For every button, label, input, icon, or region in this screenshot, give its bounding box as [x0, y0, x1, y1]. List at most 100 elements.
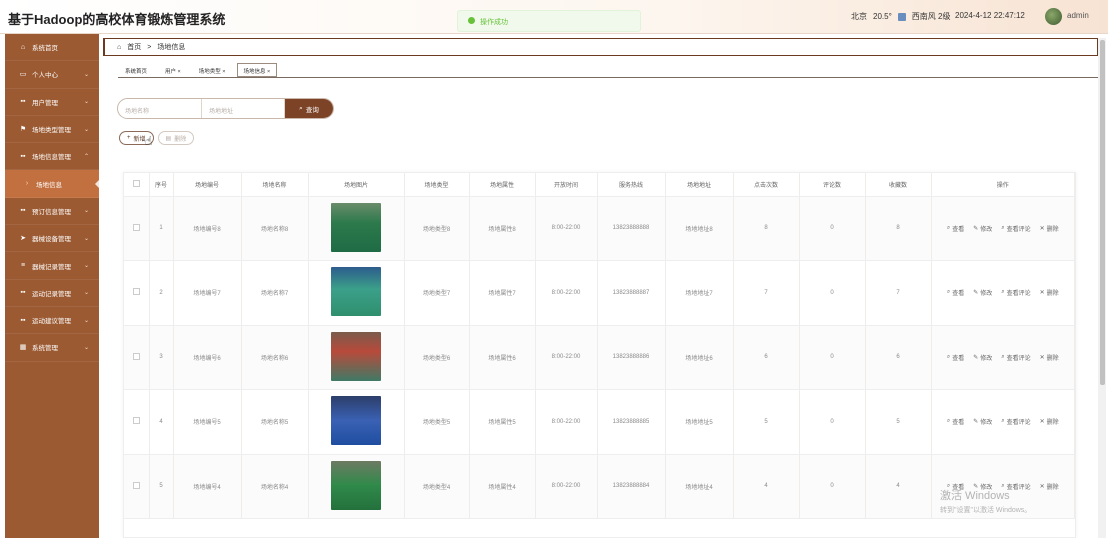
- delete-row-button[interactable]: ✕ 删除: [1040, 482, 1059, 491]
- sidebar-item-equipment[interactable]: ➤ 器械设备管理 ⌄: [5, 225, 99, 253]
- cell-code: 场地编号6: [173, 325, 242, 390]
- flag-icon: ⚑: [19, 126, 27, 134]
- view-button[interactable]: ⌕ 查看: [947, 224, 964, 233]
- trash-icon: ▤: [165, 135, 172, 142]
- chevron-down-icon: ⌄: [83, 208, 89, 215]
- delete-row-button[interactable]: ✕ 删除: [1040, 288, 1059, 297]
- tab-users[interactable]: 用户 ×: [158, 63, 188, 77]
- cell-clicks: 4: [733, 454, 800, 519]
- row-checkbox[interactable]: [124, 196, 150, 261]
- sidebar-item-profile[interactable]: ▭ 个人中心 ⌄: [5, 61, 99, 89]
- sidebar-item-venue-types[interactable]: ⚑ 场地类型管理 ⌄: [5, 116, 99, 144]
- cell-no: 4: [149, 389, 174, 455]
- delete-row-button[interactable]: ✕ 删除: [1040, 224, 1059, 233]
- column-header: 场地图片: [308, 173, 405, 197]
- chevron-down-icon: ⌄: [83, 263, 89, 270]
- sidebar-item-bookings[interactable]: ▪▪ 预订信息管理 ⌄: [5, 198, 99, 226]
- view-comments-button[interactable]: ⌕ 查看评论: [1001, 224, 1030, 233]
- tab-venue-types[interactable]: 场地类型 ×: [192, 63, 233, 77]
- sidebar-item-users[interactable]: ▪▪ 用户管理 ⌄: [5, 89, 99, 116]
- view-button[interactable]: ⌕ 查看: [947, 288, 964, 297]
- scrollbar-thumb[interactable]: [1100, 40, 1105, 385]
- table-row: 1 场地编号8 场地名称8 场地类型8 场地属性8 8:00-22:00 138238888…: [124, 196, 1075, 261]
- row-checkbox[interactable]: [124, 325, 150, 390]
- current-datetime: 2024-4-12 22:47:12: [955, 11, 1025, 20]
- plus-icon: +: [127, 135, 131, 141]
- delete-button[interactable]: ▤ 删除: [157, 131, 195, 145]
- cell-attr: 场地属性5: [469, 389, 536, 455]
- home-icon[interactable]: ⌂: [117, 44, 121, 51]
- edit-button[interactable]: ✎ 修改: [973, 288, 992, 297]
- weather-wind: 西南风 2级: [911, 12, 951, 21]
- sidebar-item-system[interactable]: ▦ 系统管理 ⌄: [5, 334, 99, 362]
- cell-image: [308, 325, 405, 390]
- row-checkbox[interactable]: [124, 260, 150, 326]
- view-button[interactable]: ⌕ 查看: [947, 417, 964, 426]
- venue-address-input[interactable]: 场地地址: [202, 99, 285, 118]
- view-comments-button[interactable]: ⌕ 查看评论: [1001, 417, 1030, 426]
- sidebar-item-venue-info-mgmt[interactable]: ▪▪ 场地信息管理 ⌃: [5, 143, 99, 171]
- venue-image[interactable]: [331, 267, 381, 317]
- column-header: 场地编号: [173, 173, 242, 197]
- edit-button[interactable]: ✎ 修改: [973, 353, 992, 362]
- cell-favs: 7: [865, 260, 932, 326]
- sidebar-item-sport-advice[interactable]: ▪▪ 运动建议管理 ⌄: [5, 307, 99, 335]
- cell-name: 场地名称4: [241, 454, 309, 519]
- search-icon: ⌕: [946, 353, 951, 360]
- close-icon: ✕: [1039, 419, 1045, 426]
- table-icon: ▦: [19, 344, 27, 352]
- table-row: 3 场地编号6 场地名称6 场地类型6 场地属性6 8:00-22:00 138238888…: [124, 325, 1075, 390]
- breadcrumb-home[interactable]: 首页: [127, 42, 141, 52]
- venue-image[interactable]: [331, 460, 381, 510]
- sidebar-item-equipment-records[interactable]: ≡ 器械记录管理 ⌄: [5, 252, 99, 280]
- column-header: 场地属性: [469, 173, 536, 197]
- sidebar-item-label: 场地信息: [36, 181, 62, 189]
- sidebar-item-label: 个人中心: [32, 72, 58, 80]
- view-comments-button[interactable]: ⌕ 查看评论: [1001, 353, 1030, 362]
- venue-image[interactable]: [331, 202, 381, 252]
- search-icon: ⌕: [1001, 353, 1005, 360]
- view-button[interactable]: ⌕ 查看: [947, 353, 964, 362]
- view-comments-button[interactable]: ⌕ 查看评论: [1001, 288, 1030, 297]
- edit-button[interactable]: ✎ 修改: [973, 224, 992, 233]
- sidebar: ⌂ 系统首页 ▭ 个人中心 ⌄ ▪▪ 用户管理 ⌄ ⚑ 场地类型管理 ⌄ ▪▪ 场地信息管理 ⌃ …: [5, 34, 99, 538]
- delete-row-button[interactable]: ✕ 删除: [1040, 353, 1059, 362]
- pencil-icon: ✎: [973, 290, 979, 297]
- list-icon: ≡: [20, 262, 26, 270]
- delete-button-label: 删除: [174, 136, 187, 143]
- venue-name-input[interactable]: 场地名称: [118, 99, 202, 118]
- cell-type: 场地类型6: [404, 325, 470, 390]
- breadcrumb: ⌂ 首页 > 场地信息: [103, 38, 1098, 56]
- sidebar-item-label: 用户管理: [32, 99, 58, 107]
- select-all-checkbox[interactable]: [124, 173, 150, 197]
- user-name[interactable]: admin: [1067, 11, 1089, 20]
- cell-comments: 0: [799, 389, 866, 455]
- sidebar-item-sport-records[interactable]: ▪▪ 运动记录管理 ⌄: [5, 280, 99, 307]
- page-tabs: 系统首页 用户 × 场地类型 × 场地信息 ×: [118, 63, 278, 77]
- cell-clicks: 5: [733, 389, 800, 455]
- cell-favs: 4: [865, 454, 932, 519]
- edit-button[interactable]: ✎ 修改: [973, 417, 992, 426]
- sidebar-item-home[interactable]: ⌂ 系统首页: [5, 34, 99, 62]
- venue-image[interactable]: [331, 396, 381, 446]
- row-checkbox[interactable]: [124, 454, 150, 519]
- cell-hours: 8:00-22:00: [535, 196, 598, 261]
- cell-name: 场地名称6: [241, 325, 309, 390]
- search-button[interactable]: ⌕ 查询: [285, 99, 333, 118]
- cell-hours: 8:00-22:00: [535, 454, 598, 519]
- delete-row-button[interactable]: ✕ 删除: [1040, 417, 1059, 426]
- cell-image: [308, 196, 405, 261]
- windows-activation-watermark: 激活 Windows 转到"设置"以激活 Windows。: [940, 487, 1031, 515]
- row-checkbox[interactable]: [124, 389, 150, 455]
- avatar[interactable]: [1045, 8, 1062, 25]
- venue-image[interactable]: [331, 331, 381, 381]
- cell-clicks: 8: [733, 196, 800, 261]
- cell-phone: 13823888885: [597, 389, 666, 455]
- sidebar-item-label: 运动记录管理: [32, 290, 71, 298]
- table-row: 4 场地编号5 场地名称5 场地类型5 场地属性5 8:00-22:00 138238888…: [124, 389, 1075, 455]
- tab-venue-info[interactable]: 场地信息 ×: [236, 63, 278, 77]
- tab-home[interactable]: 系统首页: [118, 63, 154, 77]
- sidebar-item-venue-info[interactable]: › 场地信息: [5, 170, 99, 198]
- cell-address: 场地地址7: [665, 260, 734, 326]
- sidebar-item-label: 场地类型管理: [32, 127, 71, 135]
